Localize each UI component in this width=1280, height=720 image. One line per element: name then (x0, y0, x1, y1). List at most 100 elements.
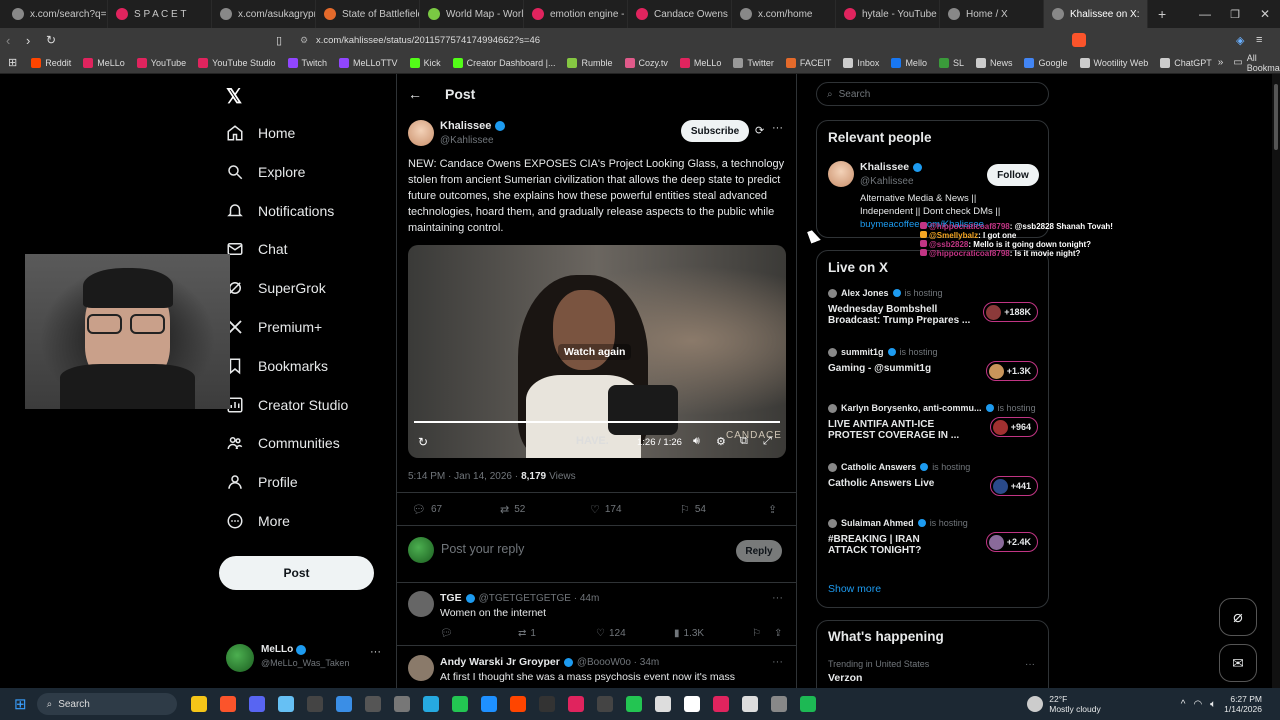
all-bookmarks-link[interactable]: All Bookmarks (1247, 53, 1280, 73)
bookmark-item[interactable]: MeLLo (674, 57, 728, 68)
speaker-icon[interactable]: 🔈︎ (1210, 699, 1216, 710)
bookmark-action[interactable]: ⚐ 54 (680, 503, 706, 516)
live-item[interactable]: Sulaiman Ahmed is hosting #BREAKING | IRAN… (828, 518, 1038, 562)
bookmark-item[interactable]: SL (933, 57, 970, 68)
author-avatar[interactable] (408, 120, 434, 146)
sidebar-item-more[interactable]: More (226, 512, 290, 530)
browser-tab[interactable]: Home / X (940, 0, 1044, 28)
reply-button[interactable]: Reply (736, 540, 782, 562)
video-progress-track[interactable] (414, 421, 780, 423)
show-more-link[interactable]: Show more (828, 583, 881, 595)
grok-icon[interactable]: ⟳ (755, 124, 764, 137)
taskbar-app-icon[interactable] (509, 696, 526, 712)
taskbar-date[interactable]: 1/14/2026 (1224, 704, 1262, 714)
post-more-icon[interactable]: ··· (772, 122, 783, 134)
taskbar-app-icon[interactable] (799, 696, 816, 712)
trend-name[interactable]: Verzon (828, 672, 862, 684)
reply-views-action[interactable]: ▮ 1.3K (674, 628, 704, 639)
reply-author[interactable]: TGE (440, 592, 462, 604)
bookmark-item[interactable]: Inbox (837, 57, 885, 68)
taskbar-app-icon[interactable] (422, 696, 439, 712)
sidebar-item-premium[interactable]: Premium+ (226, 318, 322, 336)
taskbar-app-icon[interactable] (190, 696, 207, 712)
bookmark-item[interactable]: Mello (885, 57, 933, 68)
bookmark-icon[interactable]: ⚐ (752, 628, 761, 639)
taskbar-time[interactable]: 6:27 PM (1224, 694, 1262, 704)
taskbar-app-icon[interactable] (364, 696, 381, 712)
browser-tab[interactable]: Candace Owens - Y (628, 0, 732, 28)
taskbar-app-icon[interactable] (335, 696, 352, 712)
sidebar-item-supergrok[interactable]: SuperGrok (226, 279, 326, 297)
account-switcher[interactable]: MeLLo @MeLLo_Was_Taken ··· (226, 642, 386, 676)
subscribe-button[interactable]: Subscribe (681, 120, 749, 142)
popout-icon[interactable]: ⧉ (740, 435, 748, 448)
bookmark-item[interactable]: News (970, 57, 1019, 68)
bookmark-item[interactable]: Twitter (727, 57, 780, 68)
browser-tab[interactable]: hytale - YouTube (836, 0, 940, 28)
settings-icon[interactable]: ⚙ (716, 435, 726, 448)
reply-more-icon[interactable]: ··· (772, 656, 783, 668)
taskbar-app-icon[interactable] (683, 696, 700, 712)
bookmark-item[interactable]: Reddit (25, 57, 77, 68)
taskbar-app-icon[interactable] (567, 696, 584, 712)
site-info-icon[interactable]: ⚙ (300, 35, 316, 46)
taskbar-app-icon[interactable] (625, 696, 642, 712)
bookmark-item[interactable]: Google (1018, 57, 1073, 68)
sidebar-item-notifications[interactable]: Notifications (226, 202, 334, 220)
live-item[interactable]: Catholic Answers is hosting Catholic Answe… (828, 462, 1038, 506)
search-input[interactable]: ⌕ Search (816, 82, 1049, 106)
taskbar-app-icon[interactable] (712, 696, 729, 712)
share-icon[interactable]: ⇪ (768, 503, 777, 516)
post-timestamp[interactable]: 5:14 PM · Jan 14, 2026 · (408, 471, 518, 482)
bookmarks-overflow-icon[interactable]: » (1218, 57, 1224, 68)
browser-tab[interactable]: x.com/home (732, 0, 836, 28)
forward-icon[interactable]: › (26, 33, 46, 48)
bookmark-item[interactable]: Rumble (561, 57, 618, 68)
bookmark-item[interactable]: Wootility Web (1074, 57, 1155, 68)
taskbar-app-icon[interactable] (654, 696, 671, 712)
taskbar-app-icon[interactable] (538, 696, 555, 712)
sidebar-item-creator-studio[interactable]: Creator Studio (226, 396, 348, 414)
watch-again-label[interactable]: Watch again (558, 344, 632, 360)
video-player[interactable]: Watch again HAVE. CANDACE ↻ 1:26 / 1:26 … (408, 245, 786, 458)
taskbar-app-icon[interactable] (306, 696, 323, 712)
grok-floating-button[interactable]: ⌀ (1219, 598, 1257, 636)
reload-icon[interactable]: ↻ (46, 33, 66, 47)
bookmark-item[interactable]: ChatGPT (1154, 57, 1218, 68)
bookmark-item[interactable]: YouTube (131, 57, 192, 68)
post-button[interactable]: Post (219, 556, 374, 590)
replay-icon[interactable]: ↻ (418, 435, 428, 449)
browser-tab[interactable]: State of Battlefield (316, 0, 420, 28)
taskbar-app-icon[interactable] (770, 696, 787, 712)
back-arrow-icon[interactable]: ← (408, 86, 422, 102)
taskbar-app-icon[interactable] (393, 696, 410, 712)
sidebar-item-bookmarks[interactable]: Bookmarks (226, 357, 328, 375)
reply-action[interactable]: 💬︎ 67 (412, 503, 442, 516)
volume-icon[interactable]: 🔊︎ (693, 435, 700, 448)
browser-tab[interactable]: x.com/search?q=re (4, 0, 108, 28)
browser-tab[interactable]: S P A C E T (108, 0, 212, 28)
x-logo-icon[interactable]: 𝕏 (226, 84, 242, 109)
like-action[interactable]: ♡ 174 (590, 503, 622, 516)
taskbar-search[interactable]: ⌕ Search (36, 693, 177, 715)
back-icon[interactable]: ‹ (6, 33, 26, 48)
url-field[interactable]: x.com/kahlissee/status/20115775741749946… (316, 35, 540, 46)
sidebar-item-chat[interactable]: Chat (226, 240, 288, 258)
taskbar-app-icon[interactable] (451, 696, 468, 712)
reply-like-action[interactable]: ♡ 124 (596, 628, 626, 639)
taskbar-app-icon[interactable] (480, 696, 497, 712)
apps-grid-icon[interactable]: ⊞ (8, 56, 17, 69)
fullscreen-icon[interactable]: ⤢ (763, 435, 772, 448)
bookmark-item[interactable]: YouTube Studio (192, 57, 281, 68)
taskbar-app-icon[interactable] (741, 696, 758, 712)
bookmark-item[interactable]: MeLLo (77, 57, 131, 68)
author-handle[interactable]: @Kahlissee (440, 135, 494, 146)
windows-start-icon[interactable]: ⊞ (14, 695, 27, 713)
account-more-icon[interactable]: ··· (370, 646, 381, 658)
person-name[interactable]: Khalissee (860, 161, 909, 173)
trend-more-icon[interactable]: ··· (1025, 659, 1035, 670)
browser-tab[interactable]: x.com/asukagrypr/s (212, 0, 316, 28)
sidebar-item-communities[interactable]: Communities (226, 434, 340, 452)
wifi-icon[interactable]: ◠ (1193, 699, 1202, 710)
brave-shield-icon[interactable] (1072, 33, 1086, 47)
